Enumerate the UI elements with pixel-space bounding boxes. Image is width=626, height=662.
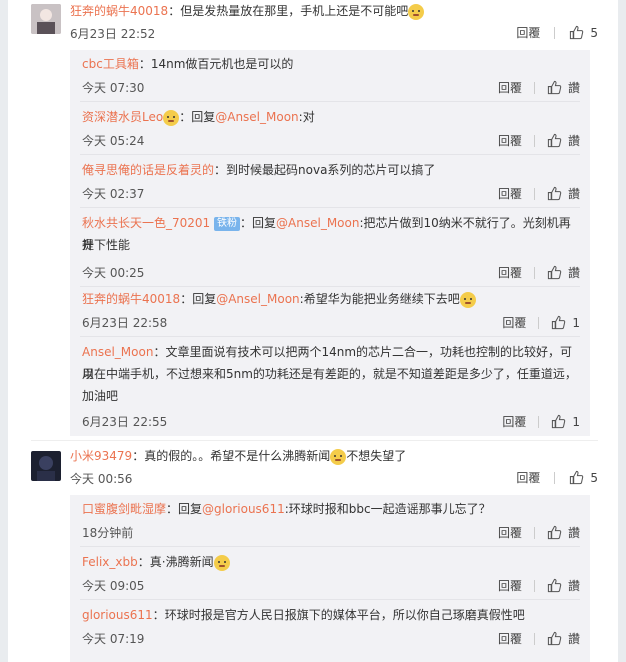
reply-button[interactable]: 回覆 [498, 630, 522, 647]
thumbs-up-icon [547, 186, 562, 201]
reply-button[interactable]: 回覆 [498, 264, 522, 281]
comment-actions: 回覆 5 [516, 469, 598, 486]
like-button[interactable]: 讚 [547, 577, 580, 594]
reply-username[interactable]: 狂奔的蜗牛40018 [82, 292, 180, 306]
thumbs-up-icon [551, 414, 566, 429]
reply-button[interactable]: 回覆 [498, 524, 522, 541]
reply-username[interactable]: 秋水共长天一色_70201 [82, 216, 210, 230]
comment-text: 小米93479：真的假的。。希望不是什么沸腾新闻 不想失望了 [70, 448, 407, 465]
reply-button[interactable]: 回覆 [498, 577, 522, 594]
reply-time: 今天 02:37 [82, 187, 145, 201]
reply-button[interactable]: 回覆 [498, 132, 522, 149]
like-button[interactable]: 讚 [547, 185, 580, 202]
mention-link[interactable]: @Ansel_Moon [276, 216, 359, 230]
like-count: 讚 [567, 187, 580, 201]
comment-feed: 狂奔的蜗牛40018：但是发热量放在那里，手机上还是不可能吧 6月23日 22:… [8, 0, 618, 662]
like-button[interactable]: 讚 [547, 132, 580, 149]
like-button[interactable]: 5 [569, 25, 598, 40]
thumbs-up-icon [569, 470, 584, 485]
thumbs-up-icon [547, 578, 562, 593]
like-button[interactable]: 1 [551, 414, 580, 429]
reply-username[interactable]: cbc工具箱 [82, 57, 139, 71]
comment-text: 狂奔的蜗牛40018：但是发热量放在那里，手机上还是不可能吧 [70, 2, 598, 20]
avatar[interactable] [31, 451, 61, 481]
comment-username[interactable]: 狂奔的蜗牛40018 [70, 4, 168, 18]
thumbs-up-icon [569, 25, 584, 40]
reply-username[interactable]: 资深潜水员Leo [82, 110, 163, 124]
divider [31, 440, 598, 441]
like-count: 讚 [567, 81, 580, 95]
reply-username[interactable]: 俺寻思俺的话是反着灵的 [82, 163, 214, 177]
smile-emoji-icon [408, 3, 425, 20]
thumbs-up-icon [547, 631, 562, 646]
like-count: 5 [590, 470, 598, 485]
reply-username[interactable]: glorious611 [82, 608, 153, 622]
thumbs-up-icon [551, 315, 566, 330]
avatar[interactable] [31, 4, 61, 34]
like-count: 讚 [567, 632, 580, 646]
reply-username[interactable]: Felix_xbb [82, 555, 138, 569]
comment-time: 今天 00:56 [70, 472, 133, 486]
fan-badge: 铁粉 [214, 216, 241, 231]
comment-time: 6月23日 22:52 [70, 27, 156, 41]
like-count: 讚 [567, 579, 580, 593]
heart-eyes-emoji-icon [163, 109, 180, 126]
reply-time: 6月23日 22:58 [82, 316, 168, 330]
like-count: 讚 [567, 266, 580, 280]
mention-link[interactable]: @Ansel_Moon [216, 292, 299, 306]
comment-actions: 回覆 5 [516, 24, 598, 41]
like-button[interactable]: 1 [551, 315, 580, 330]
reply-button[interactable]: 回覆 [502, 413, 526, 430]
reply-button[interactable]: 回覆 [516, 24, 540, 41]
smile-emoji-icon [459, 291, 476, 308]
reply-time: 今天 07:19 [82, 632, 145, 646]
sweat-emoji-icon [213, 554, 230, 571]
reply-time: 18分钟前 [82, 526, 134, 540]
like-count: 5 [590, 25, 598, 40]
reply-time: 今天 07:30 [82, 81, 145, 95]
mention-link[interactable]: @Ansel_Moon [215, 110, 298, 124]
thumbs-up-icon [547, 80, 562, 95]
comment-username[interactable]: 小米93479 [70, 449, 132, 463]
thumbs-up-icon [547, 133, 562, 148]
reply-button[interactable]: 回覆 [498, 185, 522, 202]
divider [554, 471, 556, 484]
mention-link[interactable]: @glorious611 [202, 502, 285, 516]
thumbs-up-icon [547, 265, 562, 280]
reply-button[interactable]: 回覆 [498, 79, 522, 96]
reply-username[interactable]: 口蜜腹剑毗湿摩 [82, 502, 166, 516]
divider [554, 26, 556, 39]
like-button[interactable]: 讚 [547, 264, 580, 281]
like-count: 1 [572, 315, 580, 330]
reply-button[interactable]: 回覆 [516, 469, 540, 486]
like-count: 1 [572, 414, 580, 429]
like-button[interactable]: 5 [569, 470, 598, 485]
reply-time: 今天 09:05 [82, 579, 145, 593]
like-button[interactable]: 讚 [547, 630, 580, 647]
thumbs-up-icon [547, 525, 562, 540]
sad-emoji-icon [330, 448, 347, 465]
reply-time: 6月23日 22:55 [82, 415, 168, 429]
like-button[interactable]: 讚 [547, 524, 580, 541]
like-button[interactable]: 讚 [547, 79, 580, 96]
reply-username[interactable]: Ansel_Moon [82, 345, 153, 359]
reply-time: 今天 05:24 [82, 134, 145, 148]
reply-button[interactable]: 回覆 [502, 314, 526, 331]
reply-time: 今天 00:25 [82, 266, 145, 280]
reply-list: cbc工具箱：14nm做百元机也是可以的 今天 07:30 回覆 讚 资深潜水员… [70, 50, 590, 436]
like-count: 讚 [567, 526, 580, 540]
reply-list: 口蜜腹剑毗湿摩：回复@glorious611:环球时报和bbc一起造谣那事儿忘了… [70, 495, 590, 662]
like-count: 讚 [567, 134, 580, 148]
